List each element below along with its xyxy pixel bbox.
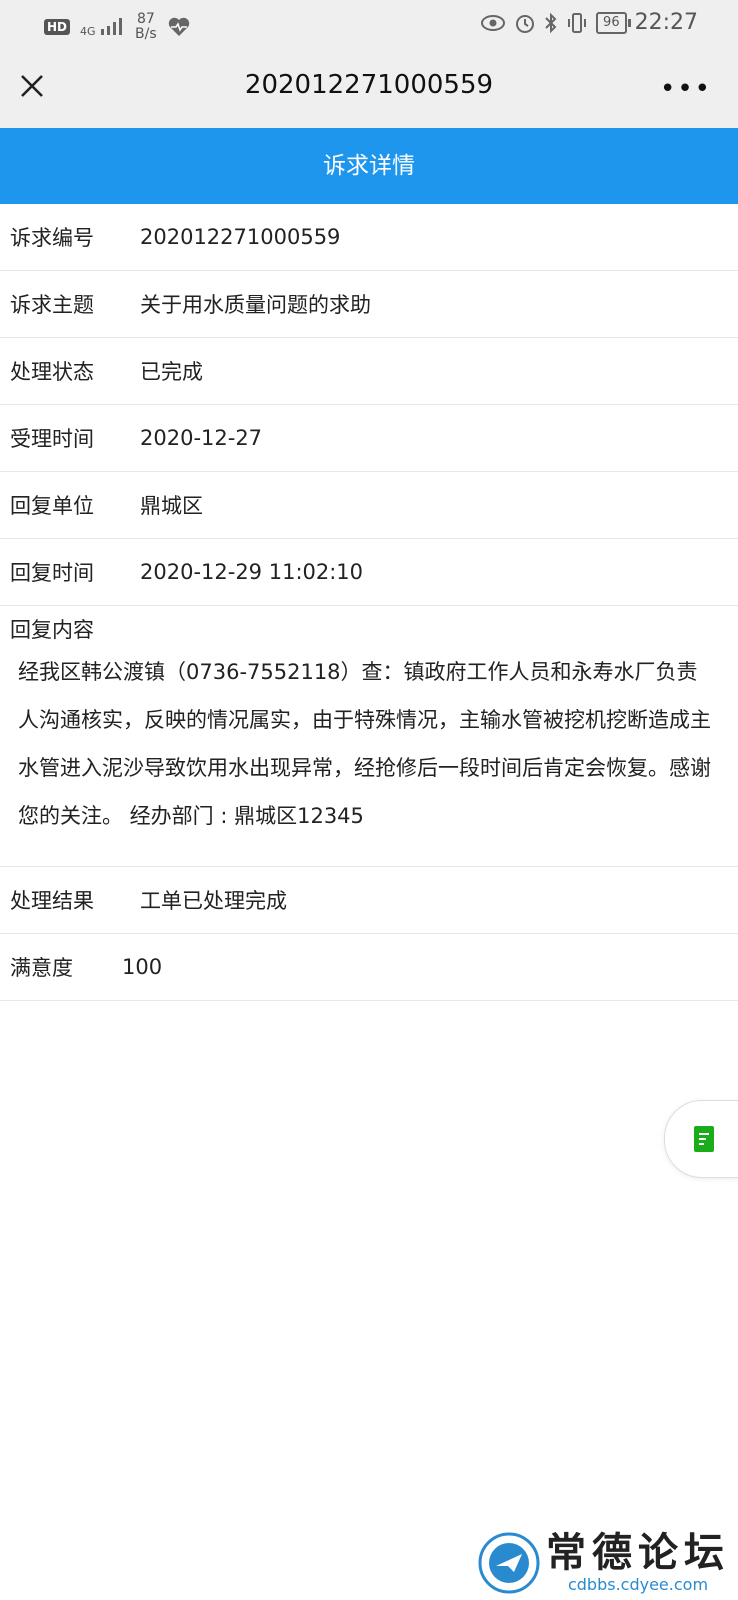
reply-time-value: 2020-12-29 11:02:10 bbox=[140, 560, 364, 584]
status-label: 处理状态 bbox=[10, 360, 94, 384]
reply-content-label: 回复内容 bbox=[10, 618, 94, 642]
row-accepted-time: 受理时间 2020-12-27 bbox=[0, 405, 738, 472]
request-id-label: 诉求编号 bbox=[10, 226, 94, 250]
reply-unit-value: 鼎城区 bbox=[140, 494, 203, 518]
detail-list: 诉求编号 202012271000559 诉求主题 关于用水质量问题的求助 处理… bbox=[0, 204, 738, 1001]
row-status: 处理状态 已完成 bbox=[0, 338, 738, 405]
watermark-title: 常德论坛 bbox=[546, 1529, 730, 1576]
row-request-id: 诉求编号 202012271000559 bbox=[0, 204, 738, 271]
status-bar: HD 4G 87 B/s 96 22:27 bbox=[0, 0, 738, 52]
accepted-time-label: 受理时间 bbox=[10, 427, 94, 451]
eye-icon bbox=[481, 14, 506, 31]
result-value: 工单已处理完成 bbox=[140, 889, 287, 913]
row-subject: 诉求主题 关于用水质量问题的求助 bbox=[0, 271, 738, 338]
status-value: 已完成 bbox=[140, 360, 203, 384]
hd-badge: HD bbox=[44, 19, 71, 35]
satisfaction-value: 100 bbox=[122, 955, 163, 979]
row-reply-time: 回复时间 2020-12-29 11:02:10 bbox=[0, 539, 738, 606]
satisfaction-label: 满意度 bbox=[10, 956, 73, 980]
watermark-url: cdbbs.cdyee.com bbox=[567, 1575, 709, 1594]
row-reply-unit: 回复单位 鼎城区 bbox=[0, 472, 738, 539]
document-icon bbox=[694, 1126, 714, 1152]
network-type: 4G bbox=[80, 25, 96, 38]
accepted-time-value: 2020-12-27 bbox=[140, 426, 263, 450]
reply-unit-label: 回复单位 bbox=[10, 494, 94, 518]
reply-time-label: 回复时间 bbox=[10, 561, 94, 585]
net-speed: 87 B/s bbox=[135, 12, 157, 42]
result-label: 处理结果 bbox=[10, 889, 94, 913]
signal-icon bbox=[101, 18, 123, 35]
status-right: 96 22:27 bbox=[480, 10, 698, 35]
network-indicator: 4G bbox=[80, 17, 125, 37]
alarm-icon bbox=[516, 14, 535, 33]
page-title: 诉求详情 bbox=[0, 128, 738, 204]
subject-label: 诉求主题 bbox=[10, 293, 94, 317]
watermark-text: 常德论坛 cdbbs.cdyee.com bbox=[546, 1529, 730, 1595]
nav-title: 202012271000559 bbox=[244, 70, 494, 100]
row-result: 处理结果 工单已处理完成 bbox=[0, 867, 738, 934]
battery-icon: 96 bbox=[596, 11, 631, 34]
row-satisfaction: 满意度 100 bbox=[0, 934, 738, 1001]
net-speed-value: 87 bbox=[136, 11, 155, 27]
more-icon[interactable]: ••• bbox=[660, 74, 712, 104]
status-left: HD 4G 87 B/s bbox=[44, 12, 191, 42]
forum-logo-icon bbox=[478, 1532, 540, 1593]
heart-rate-icon bbox=[168, 17, 189, 36]
net-speed-unit: B/s bbox=[135, 26, 157, 42]
top-nav: 202012271000559 ••• bbox=[0, 52, 738, 128]
subject-value: 关于用水质量问题的求助 bbox=[140, 293, 371, 317]
request-id-value: 202012271000559 bbox=[140, 225, 341, 249]
floating-document-button[interactable] bbox=[664, 1100, 738, 1178]
reply-content-text: 经我区韩公渡镇（0736-7552118）查：镇政府工作人员和永寿水厂负责人沟通… bbox=[18, 660, 711, 828]
vibrate-icon bbox=[568, 12, 587, 33]
clock: 22:27 bbox=[634, 10, 698, 35]
bluetooth-icon bbox=[545, 12, 557, 33]
watermark: 常德论坛 cdbbs.cdyee.com bbox=[478, 1531, 730, 1594]
row-reply-content: 回复内容 经我区韩公渡镇（0736-7552118）查：镇政府工作人员和永寿水厂… bbox=[0, 606, 738, 867]
